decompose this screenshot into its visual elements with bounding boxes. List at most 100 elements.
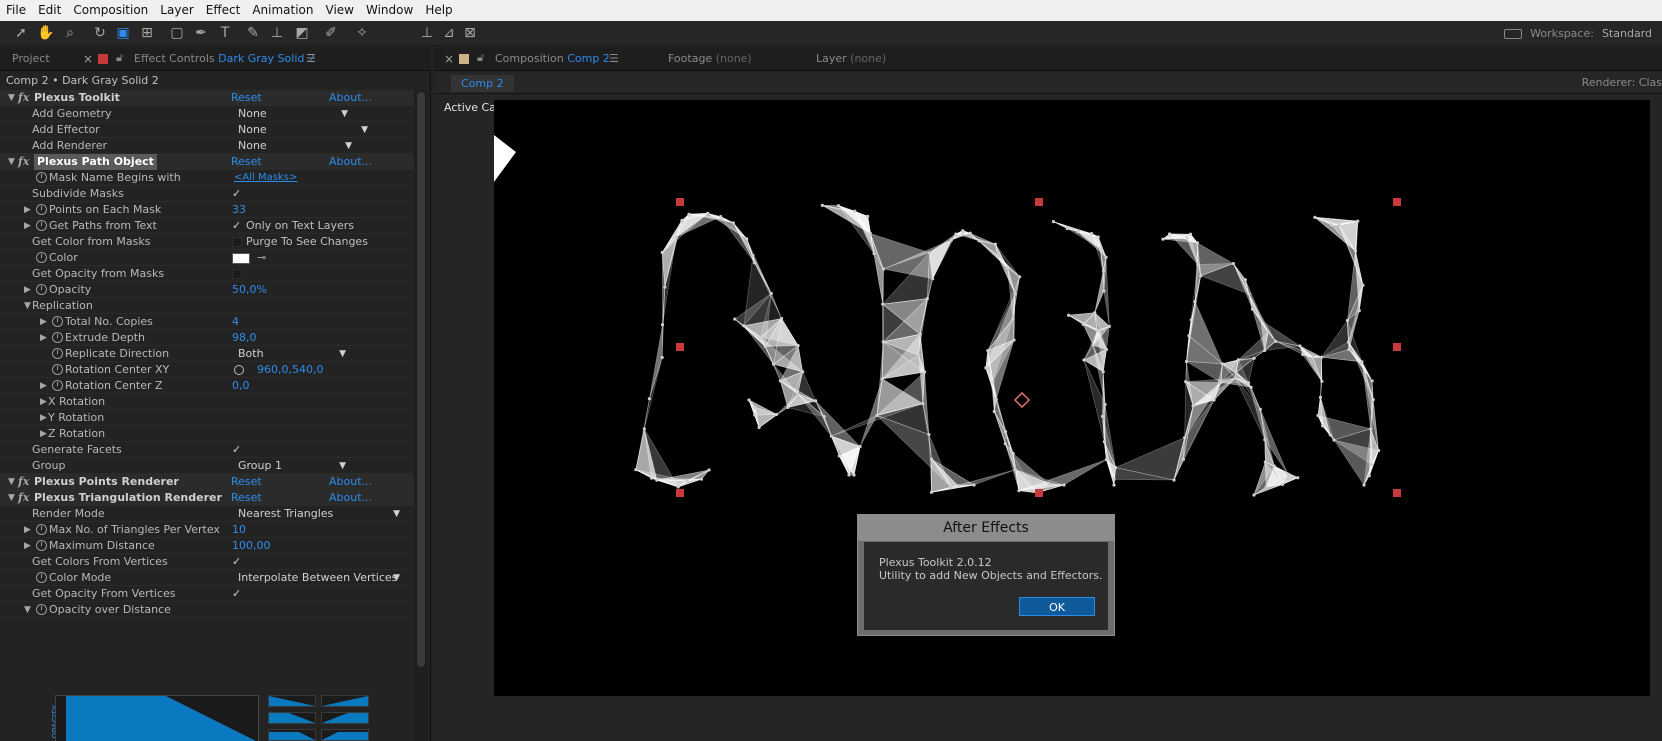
puppet-pin-tool-icon[interactable]: ✧ (353, 24, 371, 42)
brush-tool-icon[interactable]: ✎ (244, 24, 262, 42)
expand-triangle-icon[interactable]: ▶ (40, 378, 50, 394)
property-dropdown[interactable]: None ▼ (232, 138, 356, 154)
collapse-triangle-icon[interactable]: ▼ (8, 474, 18, 490)
workspace-value[interactable]: Standard (1602, 27, 1652, 40)
world-axis-icon[interactable]: ⊿ (440, 24, 458, 42)
property-mask-name-begins-with[interactable]: Mask Name Begins with <All Masks> (0, 170, 414, 186)
tab-layer[interactable]: Layer (none) (816, 47, 886, 71)
reset-link[interactable]: Reset (231, 90, 262, 106)
property-value[interactable]: 100,00 (232, 538, 271, 554)
menu-item-edit[interactable]: Edit (32, 0, 67, 21)
expand-triangle-icon[interactable]: ▶ (24, 282, 34, 298)
fx-icon[interactable]: fx (18, 154, 29, 170)
fx-icon[interactable]: fx (18, 90, 29, 106)
expand-triangle-icon[interactable]: ▶ (24, 522, 34, 538)
curve-preset-5[interactable] (268, 729, 316, 741)
opacity-curve[interactable] (55, 695, 259, 741)
reset-link[interactable]: Reset (231, 490, 262, 506)
stopwatch-icon[interactable] (52, 364, 63, 375)
close-icon[interactable]: × (83, 47, 93, 71)
stopwatch-icon[interactable] (36, 572, 47, 583)
checkbox-checked[interactable]: ✓ (232, 442, 241, 458)
property-generate-facets[interactable]: Generate Facets ✓ (0, 442, 414, 458)
fx-icon[interactable]: fx (18, 490, 29, 506)
scrollbar-thumb[interactable] (417, 92, 425, 667)
eyedropper-icon[interactable]: ⊸ (257, 250, 266, 266)
type-tool-icon[interactable]: T (216, 24, 234, 42)
checkbox-unchecked[interactable] (232, 269, 242, 279)
view-axis-icon[interactable]: ⊠ (461, 24, 479, 42)
property-dropdown[interactable]: Both ▼ (232, 346, 350, 362)
reset-link[interactable]: Reset (231, 474, 262, 490)
property-value[interactable]: 33 (232, 202, 246, 218)
ok-button[interactable]: OK (1019, 597, 1095, 616)
collapse-triangle-icon[interactable]: ▼ (8, 90, 18, 106)
expand-triangle-icon[interactable]: ▶ (40, 330, 50, 346)
property-y-rotation[interactable]: ▶ Y Rotation (0, 410, 414, 426)
menu-item-composition[interactable]: Composition (67, 0, 154, 21)
zoom-tool-icon[interactable]: ⌕ (61, 24, 79, 42)
stopwatch-icon[interactable] (36, 524, 47, 535)
property-add-renderer[interactable]: Add Renderer None ▼ (0, 138, 414, 154)
property-replicate-direction[interactable]: Replicate Direction Both ▼ (0, 346, 414, 362)
effect-plexus-path-object[interactable]: ▼ fx Plexus Path Object Reset About... (0, 154, 414, 170)
eraser-tool-icon[interactable]: ◩ (293, 24, 311, 42)
camera-tool-icon[interactable]: ▣ (114, 24, 132, 42)
lock-icon[interactable]: 🔓︎ (477, 52, 486, 64)
panel-menu-icon[interactable]: ☰ (609, 47, 619, 71)
local-axis-icon[interactable]: ⊥ (418, 24, 436, 42)
effect-plexus-points-renderer[interactable]: ▼ fx Plexus Points Renderer Reset About... (0, 474, 414, 490)
about-link[interactable]: About... (329, 490, 372, 506)
property-dropdown[interactable]: Nearest Triangles ▼ (232, 506, 404, 522)
collapse-triangle-icon[interactable]: ▼ (8, 154, 18, 170)
pen-tool-icon[interactable]: ✒ (192, 24, 210, 42)
checkbox-checked[interactable]: ✓ (232, 586, 241, 602)
tab-composition[interactable]: Composition Comp 2 (495, 47, 610, 71)
expand-triangle-icon[interactable]: ▶ (24, 218, 34, 234)
opacity-over-distance-graph[interactable]: OPACITY (51, 695, 385, 741)
expand-triangle-icon[interactable]: ▶ (24, 538, 34, 554)
property-total-no-copies[interactable]: ▶ Total No. Copies 4 (0, 314, 414, 330)
property-value[interactable]: 4 (232, 314, 239, 330)
curve-preset-1[interactable] (268, 695, 316, 707)
property-render-mode[interactable]: Render Mode Nearest Triangles ▼ (0, 506, 414, 522)
composition-viewer[interactable]: Active Camera (434, 95, 1662, 741)
menu-item-window[interactable]: Window (360, 0, 419, 21)
effect-plexus-triangulation-renderer[interactable]: ▼ fx Plexus Triangulation Renderer Reset Abo… (0, 490, 414, 506)
property-subdivide-masks[interactable]: Subdivide Masks ✓ (0, 186, 414, 202)
property-add-geometry[interactable]: Add Geometry None ▼ (0, 106, 414, 122)
stopwatch-icon[interactable] (36, 172, 47, 183)
property-opacity[interactable]: ▶ Opacity 50,0% (0, 282, 414, 298)
stopwatch-icon[interactable] (36, 540, 47, 551)
fx-icon[interactable]: fx (18, 474, 29, 490)
property-value[interactable]: 10 (232, 522, 246, 538)
property-value[interactable]: 960,0,540,0 (257, 362, 323, 378)
collapse-triangle-icon[interactable]: ▼ (24, 602, 34, 618)
checkbox-unchecked[interactable] (232, 237, 242, 247)
property-replication[interactable]: ▼ Replication (0, 298, 414, 314)
property-add-effector[interactable]: Add Effector None ▼ (0, 122, 414, 138)
curve-preset-4[interactable] (321, 712, 369, 724)
stopwatch-icon[interactable] (52, 332, 63, 343)
menu-item-view[interactable]: View (320, 0, 360, 21)
property-value[interactable]: 50,0% (232, 282, 267, 298)
lock-icon[interactable]: 🔓︎ (116, 52, 125, 64)
stopwatch-icon[interactable] (36, 220, 47, 231)
stopwatch-icon[interactable] (36, 204, 47, 215)
menu-item-animation[interactable]: Animation (246, 0, 319, 21)
property-points-on-each-mask[interactable]: ▶ Points on Each Mask 33 (0, 202, 414, 218)
effect-plexus-toolkit[interactable]: ▼ fx Plexus Toolkit Reset About... (0, 90, 414, 106)
expand-triangle-icon[interactable]: ▶ (40, 314, 50, 330)
tab-project[interactable]: Project (12, 47, 50, 71)
panel-menu-icon[interactable]: ☰ (306, 47, 316, 71)
stopwatch-icon[interactable] (52, 380, 63, 391)
property-get-colors-from-vertices[interactable]: Get Colors From Vertices ✓ (0, 554, 414, 570)
curve-preset-6[interactable] (321, 729, 369, 741)
workspace-selector[interactable]: Workspace: Standard (1504, 21, 1652, 46)
property-get-opacity-from-vertices[interactable]: Get Opacity From Vertices ✓ (0, 586, 414, 602)
menu-item-help[interactable]: Help (419, 0, 458, 21)
property-get-paths-from-text[interactable]: ▶ Get Paths from Text ✓ Only on Text Layers (0, 218, 414, 234)
property-color[interactable]: Color ⊸ (0, 250, 414, 266)
rotation-tool-icon[interactable]: ↻ (91, 24, 109, 42)
renderer-label[interactable]: Renderer: Clas (1582, 72, 1662, 94)
